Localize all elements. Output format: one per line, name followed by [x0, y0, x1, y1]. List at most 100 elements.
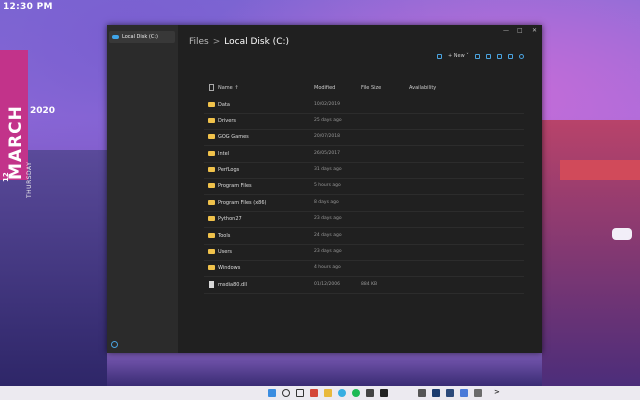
cloud-icon [112, 35, 119, 39]
photoshop-icon[interactable] [432, 389, 440, 397]
folder-icon [208, 151, 215, 156]
wallpaper-building-left [0, 150, 107, 386]
files-window: Local Disk (C:) — □ ✕ Files > Local Disk… [107, 25, 542, 353]
folder-icon [208, 233, 215, 238]
search-icon[interactable] [282, 389, 290, 397]
file-name: msdia80.dll [218, 282, 248, 288]
lightroom-icon[interactable] [446, 389, 454, 397]
file-list-header: Name ↑ Modified File Size Availability [204, 82, 524, 94]
breadcrumb: Files > Local Disk (C:) [189, 37, 289, 47]
xbox-icon[interactable] [366, 389, 374, 397]
desktop-date-weekday: THURSDAY [26, 161, 33, 198]
files-icon[interactable] [418, 389, 426, 397]
file-name: Windows [218, 265, 241, 271]
spotify-icon[interactable] [352, 389, 360, 397]
column-name[interactable]: Name ↑ [218, 85, 239, 91]
desktop-date-day: 12 [2, 172, 10, 182]
new-button-label: New [453, 53, 465, 59]
file-modified: 01/12/2006 [314, 282, 340, 287]
file-row[interactable]: Program Files (x86) 8 days ago [204, 195, 524, 212]
column-availability[interactable]: Availability [409, 85, 436, 91]
breadcrumb-current[interactable]: Local Disk (C:) [224, 37, 289, 47]
desktop-date-year: 2020 [30, 106, 56, 116]
toolbar: + New ˅ [437, 53, 524, 59]
file-name: Users [218, 249, 233, 255]
file-modified: 31 days ago [314, 167, 342, 172]
file-modified: 24 days ago [314, 233, 342, 238]
file-row[interactable]: Python27 23 days ago [204, 211, 524, 228]
file-modified: 25 days ago [314, 118, 342, 123]
folder-icon [208, 216, 215, 221]
clipboard-icon[interactable] [437, 53, 442, 59]
file-name: Program Files (x86) [218, 200, 267, 206]
file-modified: 23 days ago [314, 249, 342, 254]
store-icon[interactable] [474, 389, 482, 397]
wallpaper-cat [612, 228, 632, 240]
new-button[interactable]: + New ˅ [448, 53, 469, 59]
file-name: Intel [218, 151, 230, 157]
file-row[interactable]: PerfLogs 31 days ago [204, 162, 524, 179]
cut-icon[interactable] [474, 53, 480, 59]
windows-icon[interactable] [268, 389, 276, 397]
folder-icon [208, 265, 215, 270]
file-name: GOG Games [218, 134, 249, 140]
file-name: Tools [218, 233, 231, 239]
view-mode-icon[interactable] [496, 53, 502, 59]
file-row[interactable]: Data 10/02/2019 [204, 97, 524, 114]
wallpaper-roof-right [560, 160, 640, 180]
file-modified: 10/02/2019 [314, 102, 340, 107]
file-row[interactable]: GOG Games 20/07/2018 [204, 129, 524, 146]
wallpaper-street [107, 353, 542, 386]
file-row[interactable]: Drivers 25 days ago [204, 113, 524, 130]
file-row[interactable]: Users 23 days ago [204, 244, 524, 261]
file-size: 884 KB [361, 282, 378, 287]
file-modified: 5 hours ago [314, 183, 341, 188]
trash-icon[interactable] [485, 53, 491, 59]
folder-icon[interactable] [324, 389, 332, 397]
folder-icon [208, 167, 215, 172]
file-row[interactable]: Intel 26/05/2017 [204, 146, 524, 163]
minimize-button[interactable]: — [503, 27, 509, 34]
maximize-button[interactable]: □ [517, 27, 523, 34]
file-name: Program Files [218, 183, 252, 189]
close-button[interactable]: ✕ [532, 27, 537, 34]
file-name: PerfLogs [218, 167, 240, 173]
folder-icon [208, 118, 215, 123]
file-icon [209, 281, 214, 288]
settings-icon[interactable] [111, 341, 118, 348]
file-row[interactable]: msdia80.dll 01/12/2006 884 KB [204, 277, 524, 294]
desktop-date-month: MARCH [6, 105, 26, 180]
file-modified: 23 days ago [314, 216, 342, 221]
files-sidebar: Local Disk (C:) [107, 25, 178, 353]
terminal-icon[interactable] [380, 389, 388, 397]
tray-arrow[interactable]: > [494, 388, 500, 396]
file-modified: 4 hours ago [314, 265, 341, 270]
folder-icon [208, 102, 215, 107]
folder-icon [208, 183, 215, 188]
desktop-clock: 12:30 PM [3, 2, 53, 12]
gmail-icon[interactable] [310, 389, 318, 397]
folder-icon [208, 134, 215, 139]
folder-icon [208, 200, 215, 205]
file-modified: 26/05/2017 [314, 151, 340, 156]
telegram-icon[interactable] [338, 389, 346, 397]
file-row[interactable]: Program Files 5 hours ago [204, 178, 524, 195]
file-modified: 20/07/2018 [314, 134, 340, 139]
file-name: Data [218, 102, 230, 108]
sort-icon[interactable] [507, 53, 513, 59]
file-name: Drivers [218, 118, 236, 124]
file-row[interactable]: Windows 4 hours ago [204, 260, 524, 277]
column-modified[interactable]: Modified [314, 85, 335, 91]
file-row[interactable]: Tools 24 days ago [204, 228, 524, 245]
taskbar: > [0, 386, 640, 400]
task-view-icon[interactable] [296, 389, 304, 397]
breadcrumb-root[interactable]: Files [189, 37, 209, 47]
maps-icon[interactable] [460, 389, 468, 397]
sidebar-item-local-disk[interactable]: Local Disk (C:) [109, 31, 175, 43]
file-modified: 8 days ago [314, 200, 339, 205]
folder-icon [208, 249, 215, 254]
refresh-icon[interactable] [518, 53, 524, 59]
column-size[interactable]: File Size [361, 85, 381, 91]
file-name: Python27 [218, 216, 242, 222]
file-icon [209, 84, 214, 91]
